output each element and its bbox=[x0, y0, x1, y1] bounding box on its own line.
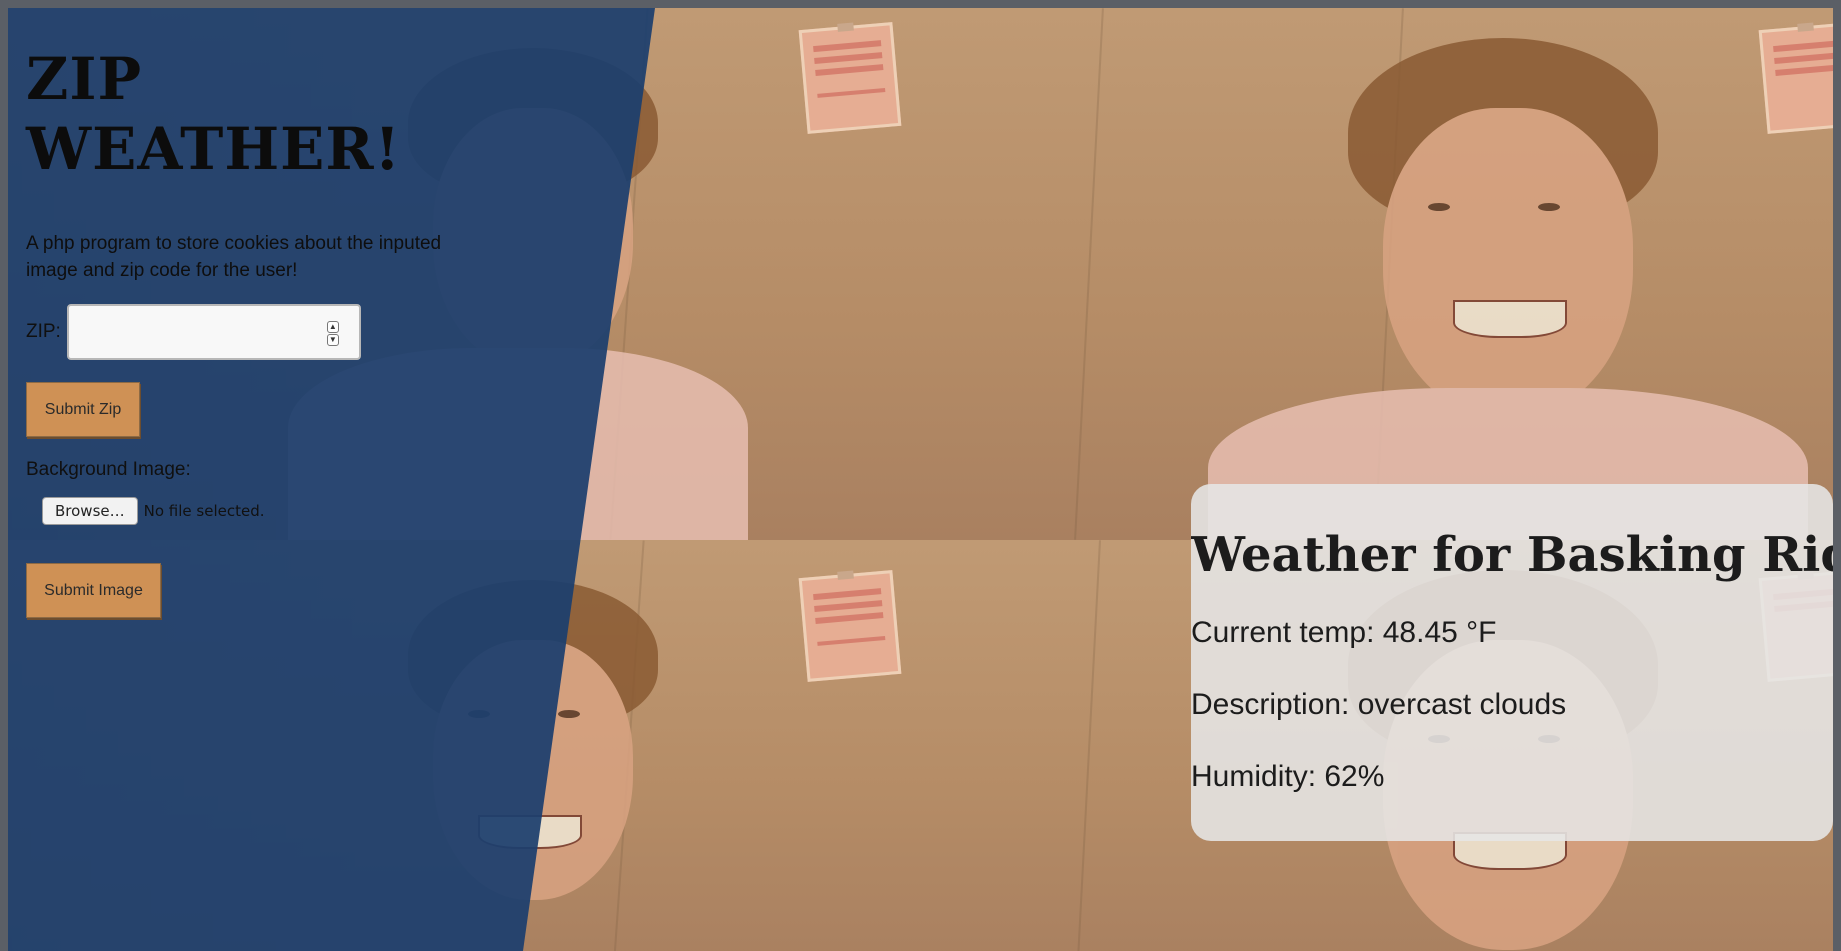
zip-input[interactable] bbox=[68, 306, 319, 358]
file-picker: Browse… No file selected. bbox=[42, 497, 476, 525]
submit-zip-button[interactable]: Submit Zip bbox=[26, 382, 140, 437]
weather-title: Weather for Basking Ridge bbox=[1191, 527, 1833, 583]
wall-poster bbox=[798, 570, 902, 682]
wall-seam bbox=[1077, 540, 1101, 951]
zip-stepper[interactable]: ▲ ▼ bbox=[326, 321, 339, 346]
browse-button[interactable]: Browse… bbox=[42, 497, 138, 525]
wall-seam bbox=[1074, 8, 1104, 540]
stepper-up-icon[interactable]: ▲ bbox=[326, 321, 339, 333]
zip-label: ZIP: bbox=[26, 321, 61, 342]
file-status: No file selected. bbox=[143, 502, 265, 520]
wall-poster bbox=[798, 22, 902, 134]
wall-poster bbox=[1758, 22, 1833, 134]
form-section: ZIP WEATHER! A php program to store cook… bbox=[26, 44, 476, 618]
current-temp: Current temp: 48.45 °F bbox=[1191, 616, 1497, 649]
app-description: A php program to store cookies about the… bbox=[26, 233, 442, 281]
page-title: ZIP WEATHER! bbox=[26, 45, 402, 183]
submit-image-button[interactable]: Submit Image bbox=[26, 563, 161, 618]
stepper-down-icon[interactable]: ▼ bbox=[326, 334, 339, 346]
zip-input-box: ▲ ▼ bbox=[66, 304, 361, 360]
weather-description: Description: overcast clouds bbox=[1191, 688, 1567, 721]
humidity: Humidity: 62% bbox=[1191, 760, 1385, 793]
weather-card: Weather for Basking Ridge Current temp: … bbox=[1191, 484, 1833, 841]
zip-field-row: ZIP: ▲ ▼ bbox=[26, 304, 476, 360]
page-frame: ZIP WEATHER! A php program to store cook… bbox=[8, 8, 1833, 951]
background-image-label: Background Image: bbox=[26, 459, 191, 480]
